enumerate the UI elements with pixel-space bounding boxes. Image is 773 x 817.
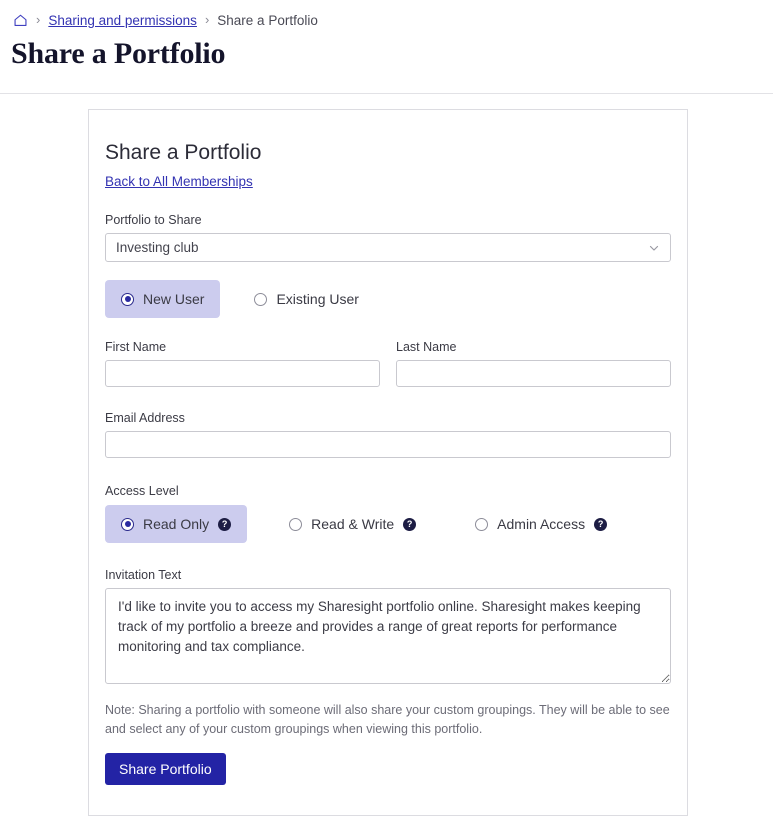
back-to-all-memberships-link[interactable]: Back to All Memberships [105,174,253,189]
radio-existing-user-label: Existing User [276,291,359,308]
radio-admin-access-label: Admin Access [497,516,586,533]
radio-read-write[interactable] [289,517,303,531]
radio-option-read-write[interactable]: Read & Write ? [273,505,432,543]
portfolio-select[interactable]: Investing club [105,233,671,263]
portfolio-field-group: Portfolio to Share Investing club [105,213,671,263]
email-field-group: Email Address [105,411,671,459]
portfolio-select-value: Investing club [116,240,199,256]
share-portfolio-button[interactable]: Share Portfolio [105,753,226,786]
breadcrumb-current: Share a Portfolio [217,13,318,28]
radio-option-admin-access[interactable]: Admin Access ? [459,505,623,543]
help-icon-read-write[interactable]: ? [403,517,417,531]
access-level-label: Access Level [105,484,179,499]
first-name-group: First Name [105,340,380,388]
invitation-text-label: Invitation Text [105,568,182,583]
card-container: Share a Portfolio Back to All Membership… [0,94,773,817]
name-fields-row: First Name Last Name [105,340,671,388]
radio-new-user-label: New User [143,291,205,308]
sharing-note: Note: Sharing a portfolio with someone w… [105,703,670,737]
portfolio-label: Portfolio to Share [105,213,202,228]
user-type-radio-group: New User Existing User [105,280,671,319]
radio-read-write-label: Read & Write [311,516,395,533]
invitation-text-textarea[interactable] [105,588,671,685]
radio-read-only-label: Read Only [143,516,210,533]
breadcrumb-separator-2: › [204,12,210,27]
last-name-input[interactable] [396,360,671,388]
card-title: Share a Portfolio [105,141,262,164]
home-icon[interactable] [12,13,28,29]
email-input[interactable] [105,431,671,459]
breadcrumb-separator-1: › [36,12,41,27]
radio-existing-user[interactable] [254,292,268,306]
first-name-input[interactable] [105,360,380,388]
first-name-label: First Name [105,340,167,355]
last-name-group: Last Name [396,340,671,388]
last-name-label: Last Name [396,340,457,355]
help-icon-admin-access[interactable]: ? [594,517,608,531]
chevron-down-icon [648,242,660,254]
radio-admin-access[interactable] [475,517,489,531]
radio-option-existing-user[interactable]: Existing User [238,280,374,318]
radio-option-read-only[interactable]: Read Only ? [105,505,248,544]
page-title: Share a Portfolio [11,37,226,70]
share-portfolio-card: Share a Portfolio Back to All Membership… [88,109,688,817]
breadcrumb: › Sharing and permissions › Share a Port… [0,0,773,28]
breadcrumb-link-sharing-and-permissions[interactable]: Sharing and permissions [48,13,197,28]
email-label: Email Address [105,411,185,426]
radio-read-only[interactable] [121,517,134,531]
radio-new-user[interactable] [121,292,134,306]
help-icon-read-only[interactable]: ? [218,517,232,531]
access-level-radio-group: Read Only ? Read & Write ? Admin Access … [105,505,671,544]
radio-option-new-user[interactable]: New User [105,280,221,319]
